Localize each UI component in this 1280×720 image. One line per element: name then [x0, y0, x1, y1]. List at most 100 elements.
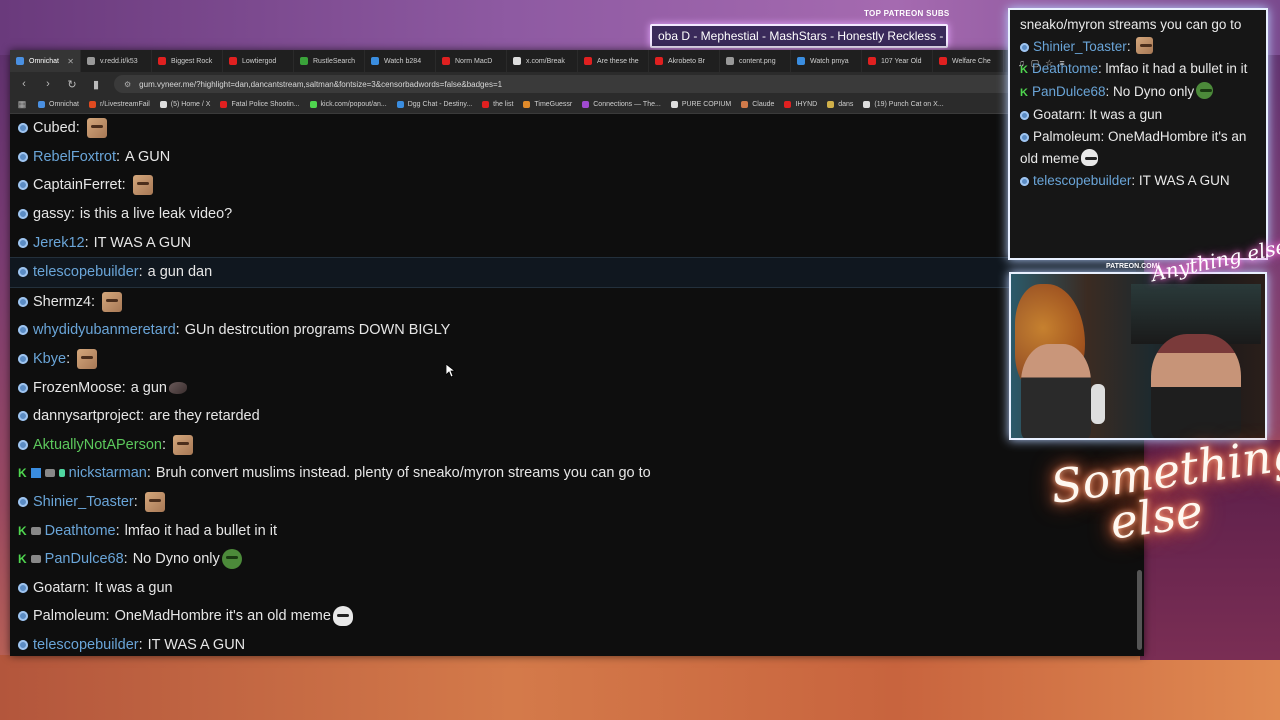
- chat-username[interactable]: Shermz4: [33, 294, 91, 310]
- bookmark-item[interactable]: the list: [482, 101, 513, 108]
- tab-label: Lowtiergod: [242, 57, 277, 65]
- browser-tab[interactable]: Biggest Rock: [152, 50, 223, 72]
- chat-separator: :: [121, 177, 126, 194]
- overlay-chat-text: No Dyno only: [1113, 84, 1195, 99]
- bookmark-label: r/LivestreamFail: [99, 101, 150, 108]
- chat-username[interactable]: dannysartproject: [33, 408, 140, 424]
- address-row: ‹ › ↻ ▮ ⚙ gum.vyneer.me/?highlight=dan,d…: [10, 72, 1144, 96]
- address-bar[interactable]: ⚙ gum.vyneer.me/?highlight=dan,dancantst…: [114, 75, 1136, 93]
- bookmark-favicon-icon: [741, 101, 749, 108]
- bookmark-item[interactable]: Dgg Chat - Destiny...: [396, 101, 472, 108]
- chat-separator: :: [75, 120, 80, 137]
- bookmark-item[interactable]: Claude: [741, 101, 774, 108]
- tab-favicon-icon: [939, 57, 947, 65]
- chat-separator: :: [121, 379, 126, 396]
- chat-username[interactable]: Shinier_Toaster: [33, 494, 134, 510]
- url-text: gum.vyneer.me/?highlight=dan,dancantstre…: [139, 79, 503, 89]
- overlay-chat-username: PanDulce68: [1031, 84, 1106, 99]
- chat-username[interactable]: FrozenMoose: [33, 380, 122, 396]
- apps-icon[interactable]: ▦: [16, 99, 28, 110]
- tab-close-icon[interactable]: ✕: [64, 57, 74, 66]
- browser-tab[interactable]: Norm MacD: [436, 50, 507, 72]
- chat-username[interactable]: CaptainFerret: [33, 177, 122, 193]
- streamer-right: [1151, 334, 1241, 438]
- chat-username[interactable]: RebelFoxtrot: [33, 149, 116, 165]
- something-else-neon-logo: Something else: [1047, 426, 1280, 550]
- dgg-badge-icon: [18, 382, 28, 393]
- browser-tab[interactable]: content.png: [720, 50, 791, 72]
- bookmark-item[interactable]: (5) Home / X: [159, 101, 210, 108]
- browser-tab[interactable]: RustleSearch: [294, 50, 365, 72]
- tab-favicon-icon: [584, 57, 592, 65]
- forward-icon[interactable]: ›: [42, 78, 54, 90]
- chat-username[interactable]: Cubed: [33, 120, 76, 136]
- browser-tab[interactable]: Welfare Che: [933, 50, 1004, 72]
- bookmark-label: (19) Punch Cat on X...: [874, 101, 944, 108]
- bookmark-item[interactable]: Connections — The...: [582, 101, 661, 108]
- chat-username[interactable]: Goatarn: [33, 580, 85, 596]
- chat-username[interactable]: gassy: [33, 206, 71, 222]
- browser-tab[interactable]: x.com/Break: [507, 50, 578, 72]
- chat-separator: :: [123, 551, 128, 568]
- bookmark-item[interactable]: Omnichat: [38, 101, 79, 108]
- dgg-badge-icon: [18, 639, 28, 650]
- star-icon: ☆: [1045, 58, 1054, 68]
- chat-separator: :: [105, 608, 110, 625]
- bookmark-favicon-icon: [670, 101, 678, 108]
- bookmark-item[interactable]: dans: [827, 101, 853, 108]
- bookmark-item[interactable]: (19) Punch Cat on X...: [863, 101, 944, 108]
- chat-username[interactable]: PanDulce68: [45, 551, 124, 567]
- chat-username[interactable]: Deathtome: [45, 523, 116, 539]
- bookmark-item[interactable]: kick.com/popout/an...: [309, 101, 387, 108]
- tab-favicon-icon: [87, 57, 95, 65]
- bookmark-item[interactable]: TimeGuessr: [523, 101, 572, 108]
- browser-tab[interactable]: Watch b284: [365, 50, 436, 72]
- chat-scrollbar[interactable]: [1137, 570, 1142, 650]
- browser-tab[interactable]: Are these the: [578, 50, 649, 72]
- browser-tab[interactable]: Watch pmya: [791, 50, 862, 72]
- bookmark-favicon-icon: [582, 101, 590, 108]
- dgg-badge-icon: [18, 611, 28, 622]
- reload-icon[interactable]: ↻: [66, 78, 78, 91]
- chat-username[interactable]: Jerek12: [33, 235, 85, 251]
- overlay-chat-separator: :: [1126, 39, 1135, 54]
- chat-message: gassy: is this a live leak video?: [10, 200, 1136, 229]
- back-icon[interactable]: ‹: [18, 78, 30, 90]
- bookmark-item[interactable]: PURE COPIUM: [670, 101, 731, 108]
- chat-separator: :: [138, 264, 143, 281]
- chat-username[interactable]: telescopebuilder: [33, 637, 139, 653]
- pepe-emote-icon: [221, 549, 242, 570]
- overlay-chat-separator: :: [1098, 61, 1106, 76]
- chat-username[interactable]: whydidyubanmeretard: [33, 322, 176, 338]
- chat-separator: :: [85, 579, 90, 596]
- chat-separator: :: [133, 494, 138, 511]
- skull-emote-icon: [1081, 149, 1099, 166]
- browser-tab[interactable]: 107 Year Old: [862, 50, 933, 72]
- bookmark-item[interactable]: r/LivestreamFail: [88, 101, 150, 108]
- microphone: [1091, 384, 1105, 424]
- chat-separator: :: [115, 522, 120, 539]
- overlay-chat-text: It was a gun: [1089, 107, 1163, 122]
- bookmark-item[interactable]: IHYND: [784, 101, 817, 108]
- face-emote-icon: [102, 291, 123, 312]
- browser-tab[interactable]: Lowtiergod: [223, 50, 294, 72]
- flair-dot-icon: [58, 469, 65, 478]
- chat-username[interactable]: Palmoleum: [33, 608, 106, 624]
- chat-username[interactable]: nickstarman: [69, 465, 147, 481]
- bookmark-icon[interactable]: ▮: [90, 78, 102, 91]
- chat-username[interactable]: Kbye: [33, 351, 66, 367]
- bookmark-favicon-icon: [309, 101, 317, 108]
- bookmark-label: Claude: [752, 101, 775, 108]
- browser-tab[interactable]: Akrobeto Br: [649, 50, 720, 72]
- site-info-icon[interactable]: ⚙: [124, 80, 131, 89]
- browser-tab[interactable]: Omnichat ✕: [10, 50, 81, 72]
- chat-username[interactable]: AktuallyNotAPerson: [33, 437, 162, 453]
- chat-username[interactable]: telescopebuilder: [33, 264, 139, 280]
- bookmark-item[interactable]: Fatal Police Shootin...: [220, 101, 300, 108]
- chat-separator: :: [70, 206, 75, 223]
- browser-tab[interactable]: v.redd.it/k53: [81, 50, 152, 72]
- chat-message: K Deathtome: lmfao it had a bullet in it: [10, 516, 1136, 545]
- chat-message: Cubed:: [10, 114, 1136, 143]
- dgg-badge-icon: [18, 325, 28, 336]
- bookmark-label: dans: [838, 101, 854, 108]
